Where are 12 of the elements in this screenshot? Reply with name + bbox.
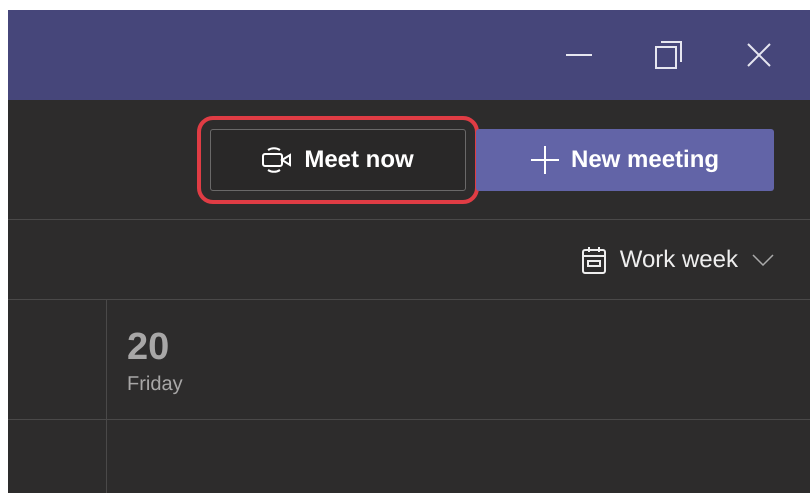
view-selector[interactable]: Work week	[582, 246, 774, 274]
day-number: 20	[127, 326, 170, 369]
chevron-down-icon	[752, 254, 774, 266]
minimize-icon	[566, 54, 592, 56]
meet-now-button[interactable]: Meet now	[210, 128, 466, 190]
restore-icon	[654, 40, 684, 70]
video-camera-icon	[262, 146, 292, 174]
close-icon	[747, 43, 771, 67]
calendar-icon	[582, 246, 606, 274]
weekday-label: Friday	[127, 373, 183, 396]
new-meeting-button[interactable]: New meeting	[476, 128, 774, 190]
plus-icon	[530, 146, 559, 174]
